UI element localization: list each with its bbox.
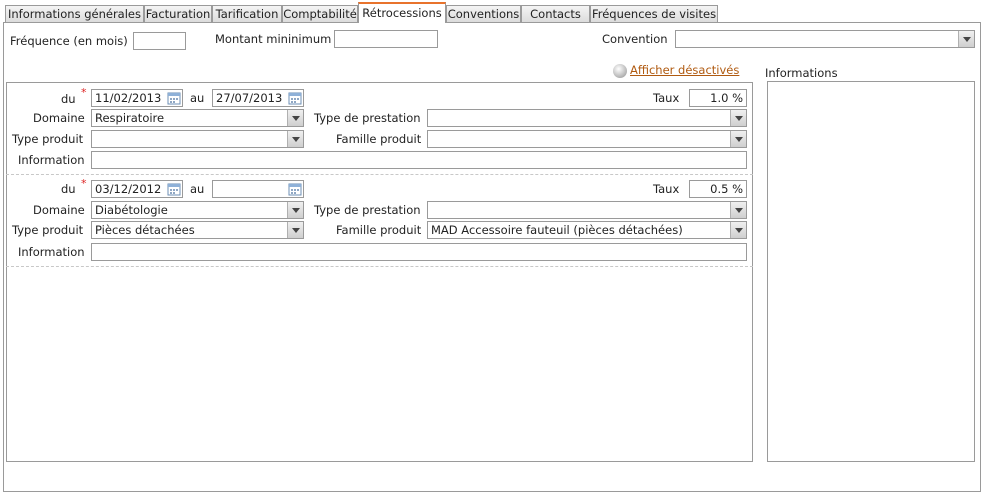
tab-facturation[interactable]: Facturation (144, 5, 212, 22)
au-date-input[interactable] (212, 180, 304, 198)
domaine-select-value: Respiratoire (95, 111, 165, 125)
type-produit-select-value: Pièces détachées (95, 223, 195, 237)
frequence-label: Fréquence (en mois) (10, 34, 128, 48)
famille-produit-select[interactable]: MAD Accessoire fauteuil (pièces détachée… (427, 221, 747, 239)
chevron-down-icon[interactable] (287, 202, 303, 218)
tab-conventions[interactable]: Conventions (446, 5, 521, 22)
chevron-down-icon[interactable] (730, 110, 746, 126)
tab-bar: Informations générales Facturation Tarif… (0, 0, 985, 24)
domaine-label: Domaine (33, 203, 85, 217)
informations-label: Informations (765, 66, 838, 80)
famille-produit-select-value: MAD Accessoire fauteuil (pièces détachée… (431, 223, 683, 237)
chevron-down-icon[interactable] (287, 110, 303, 126)
required-marker: * (81, 86, 87, 99)
du-date-input[interactable]: 11/02/2013 (91, 89, 183, 107)
tab-informations-generales[interactable]: Informations générales (5, 5, 144, 22)
du-date-value: 03/12/2012 (95, 182, 162, 196)
chevron-down-icon[interactable] (730, 131, 746, 147)
bulb-icon[interactable] (613, 64, 627, 78)
montant-minimum-input[interactable] (334, 30, 438, 48)
frequence-input[interactable] (133, 32, 186, 50)
chevron-down-icon[interactable] (730, 202, 746, 218)
entry-divider (6, 266, 753, 267)
famille-produit-label: Famille produit (336, 132, 422, 146)
type-produit-label: Type produit (12, 132, 84, 146)
domaine-select[interactable]: Respiratoire (91, 109, 304, 127)
calendar-icon[interactable] (288, 91, 302, 105)
montant-minimum-label: Montant mininimum (215, 32, 332, 46)
calendar-icon[interactable] (288, 182, 302, 196)
tab-comptabilite[interactable]: Comptabilité (282, 5, 358, 22)
domaine-select-value: Diabétologie (95, 203, 168, 217)
du-date-input[interactable]: 03/12/2012 (91, 180, 183, 198)
au-date-value: 27/07/2013 (216, 91, 283, 105)
tab-contacts[interactable]: Contacts (521, 5, 590, 22)
taux-input[interactable]: 0.5 % (689, 180, 747, 198)
chevron-down-icon[interactable] (287, 222, 303, 238)
tab-tarification[interactable]: Tarification (212, 5, 282, 22)
domaine-label: Domaine (33, 111, 85, 125)
tab-frequences-de-visites[interactable]: Fréquences de visites (590, 5, 718, 22)
information-input[interactable] (91, 243, 747, 261)
taux-label: Taux (653, 182, 680, 196)
chevron-down-icon[interactable] (958, 31, 974, 47)
afficher-desactives-link[interactable]: Afficher désactivés (630, 63, 739, 77)
entry-divider (6, 174, 753, 175)
au-label: au (190, 182, 205, 196)
information-label: Information (18, 245, 85, 259)
information-label: Information (18, 153, 85, 167)
au-label: au (190, 91, 205, 105)
calendar-icon[interactable] (167, 182, 181, 196)
type-produit-label: Type produit (12, 223, 84, 237)
au-date-input[interactable]: 27/07/2013 (212, 89, 304, 107)
du-label: du (61, 182, 76, 196)
information-input[interactable] (91, 151, 747, 169)
type-prestation-label: Type de prestation (314, 203, 421, 217)
type-prestation-label: Type de prestation (314, 111, 421, 125)
taux-input[interactable]: 1.0 % (689, 89, 747, 107)
du-label: du (61, 92, 76, 106)
chevron-down-icon[interactable] (287, 131, 303, 147)
famille-produit-label: Famille produit (336, 223, 422, 237)
type-produit-select[interactable] (91, 130, 304, 148)
chevron-down-icon[interactable] (730, 222, 746, 238)
tab-retrocessions[interactable]: Rétrocessions (358, 2, 446, 23)
calendar-icon[interactable] (167, 91, 181, 105)
type-prestation-select[interactable] (427, 109, 747, 127)
domaine-select[interactable]: Diabétologie (91, 201, 304, 219)
du-date-value: 11/02/2013 (95, 91, 162, 105)
required-marker: * (81, 177, 87, 190)
taux-label: Taux (653, 91, 680, 105)
informations-textarea[interactable] (767, 81, 975, 462)
famille-produit-select[interactable] (427, 130, 747, 148)
type-prestation-select[interactable] (427, 201, 747, 219)
type-produit-select[interactable]: Pièces détachées (91, 221, 304, 239)
convention-select[interactable] (675, 30, 975, 48)
convention-label: Convention (602, 32, 668, 46)
